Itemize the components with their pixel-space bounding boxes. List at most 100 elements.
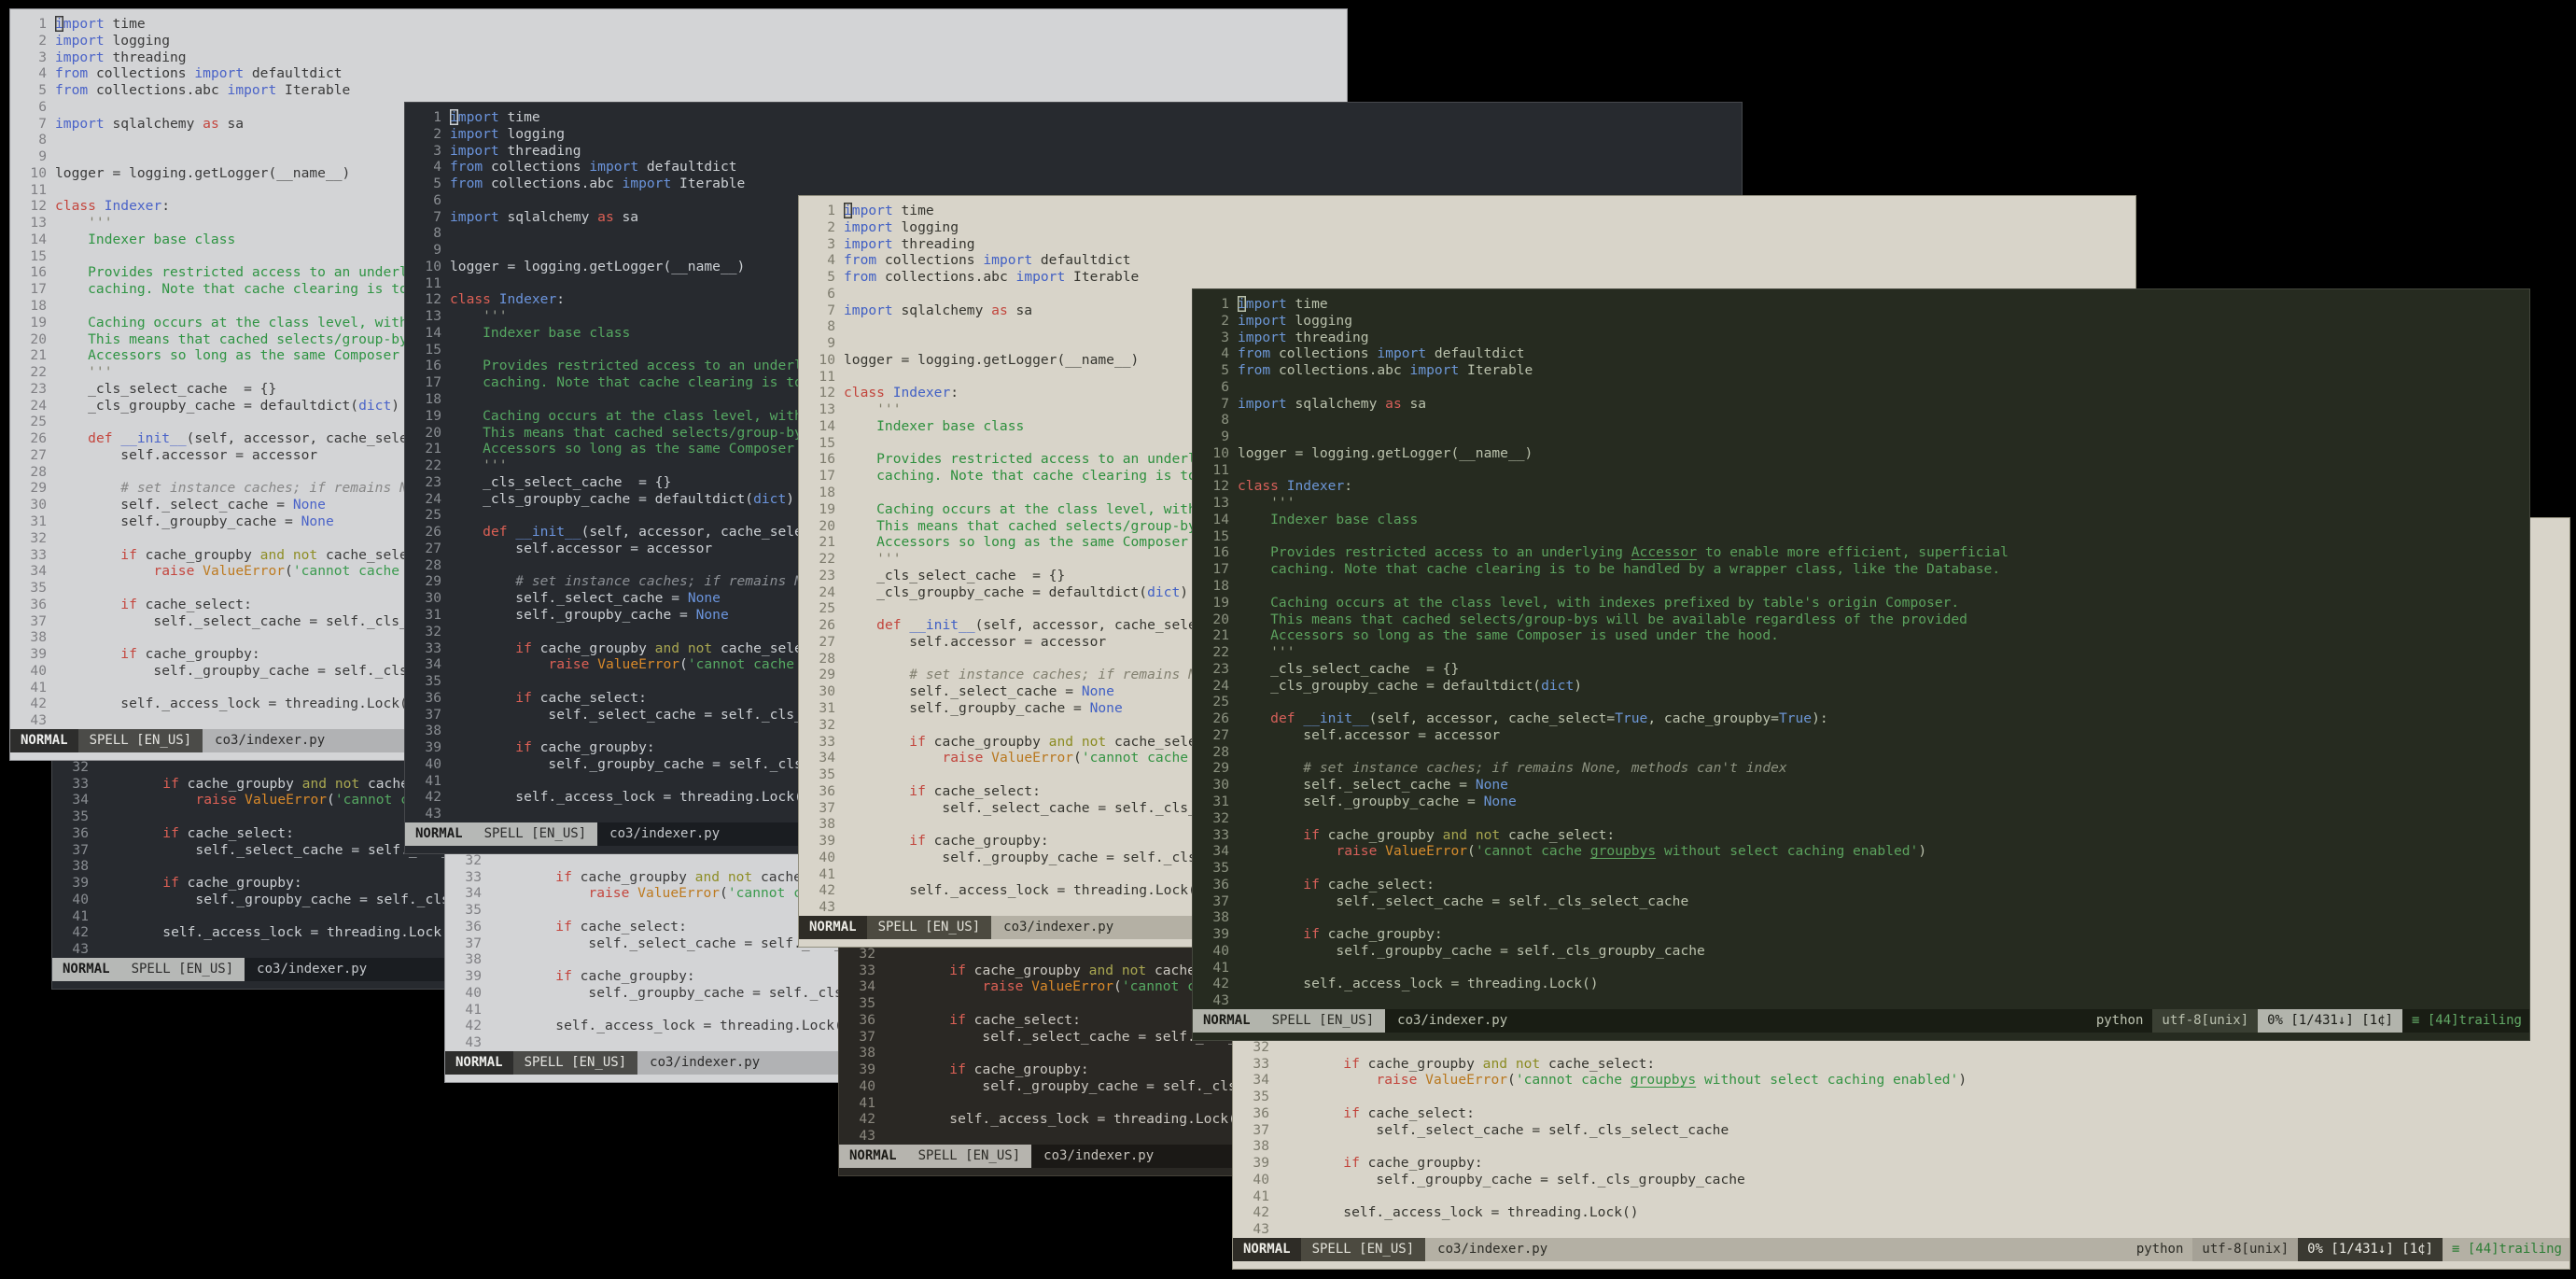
code-segment: import bbox=[450, 125, 499, 142]
code-line[interactable]: 35 bbox=[1244, 1089, 2569, 1105]
line-number: 17 bbox=[819, 468, 835, 485]
code-line[interactable]: 15 bbox=[1204, 528, 2529, 545]
code-line[interactable]: 41 bbox=[1244, 1188, 2569, 1205]
code-line[interactable]: 1import time bbox=[1204, 296, 2529, 313]
code-line[interactable]: 14 Indexer base class bbox=[1204, 512, 2529, 528]
code-line[interactable]: 1import time bbox=[416, 109, 1742, 126]
code-line[interactable]: 40 self._groupby_cache = self._cls_group… bbox=[1244, 1172, 2569, 1188]
code-line[interactable]: 43 bbox=[1244, 1221, 2569, 1238]
line-number: 33 bbox=[859, 962, 875, 978]
code-line[interactable]: 36 if cache_select: bbox=[1244, 1105, 2569, 1122]
code-line[interactable]: 23 _cls_select_cache = {} bbox=[1204, 661, 2529, 678]
editor-pane[interactable]: 1import time2import logging3import threa… bbox=[1193, 289, 2529, 1009]
line-number: 36 bbox=[1212, 876, 1229, 892]
code-text: from collections.abc import Iterable bbox=[55, 82, 350, 99]
code-line[interactable]: 2 import logging bbox=[21, 33, 1347, 49]
code-line[interactable]: 1import time bbox=[21, 16, 1347, 33]
code-line[interactable]: 2 import logging bbox=[1204, 313, 2529, 330]
code-line[interactable]: 1import time bbox=[810, 203, 2135, 219]
line-number: 16 bbox=[819, 451, 835, 468]
code-line[interactable]: 3 import threading bbox=[1204, 330, 2529, 346]
code-line[interactable]: 32 bbox=[1244, 1039, 2569, 1056]
code-line[interactable]: 37 self._select_cache = self._cls_select… bbox=[1244, 1122, 2569, 1139]
code-line[interactable]: 28 bbox=[1204, 744, 2529, 761]
line-number: 28 bbox=[1212, 743, 1229, 760]
line-number: 7 bbox=[1221, 395, 1229, 412]
code-line[interactable]: 36 if cache_select: bbox=[1204, 877, 2529, 893]
code-line[interactable]: 20 This means that cached selects/group-… bbox=[1204, 611, 2529, 628]
code-segment: import bbox=[1238, 329, 1287, 345]
code-line[interactable]: 6 bbox=[1204, 379, 2529, 396]
code-text: if cache_groupby: bbox=[450, 739, 654, 756]
code-segment: if bbox=[1303, 876, 1320, 892]
code-line[interactable]: 41 bbox=[1204, 960, 2529, 977]
code-line[interactable]: 3 import threading bbox=[416, 143, 1742, 160]
code-line[interactable]: 5 from collections.abc import Iterable bbox=[810, 269, 2135, 286]
code-line[interactable]: 24 _cls_groupby_cache = defaultdict(dict… bbox=[1204, 678, 2529, 695]
code-line[interactable]: 21 Accessors so long as the same Compose… bbox=[1204, 627, 2529, 644]
code-line[interactable]: 3 import threading bbox=[810, 236, 2135, 253]
code-line[interactable]: 5 from collections.abc import Iterable bbox=[1204, 362, 2529, 379]
code-line[interactable]: 4 from collections import defaultdict bbox=[416, 159, 1742, 176]
code-line[interactable]: 12 class Indexer: bbox=[1204, 478, 2529, 495]
code-line[interactable]: 18 bbox=[1204, 578, 2529, 595]
code-line[interactable]: 37 self._select_cache = self._cls_select… bbox=[1204, 893, 2529, 910]
code-line[interactable]: 39 if cache_groupby: bbox=[1244, 1155, 2569, 1172]
code-line[interactable]: 4 from collections import defaultdict bbox=[1204, 345, 2529, 362]
code-line[interactable]: 5 from collections.abc import Iterable bbox=[416, 176, 1742, 192]
code-text: _cls_groupby_cache = defaultdict(dict) bbox=[55, 398, 399, 415]
code-line[interactable]: 34 raise ValueError('cannot cache groupb… bbox=[1244, 1072, 2569, 1089]
code-line[interactable]: 35 bbox=[1204, 860, 2529, 877]
code-line[interactable]: 4 from collections import defaultdict bbox=[810, 252, 2135, 269]
code-segment: ValueError bbox=[597, 656, 680, 673]
code-line[interactable]: 34 raise ValueError('cannot cache groupb… bbox=[1204, 843, 2529, 860]
code-segment: cache_groupby: bbox=[178, 875, 302, 892]
code-line[interactable]: 2 import logging bbox=[416, 126, 1742, 143]
line-number: 22 bbox=[30, 364, 47, 381]
code-line[interactable]: 39 if cache_groupby: bbox=[1204, 926, 2529, 943]
code-line[interactable]: 3 import threading bbox=[21, 49, 1347, 66]
code-line[interactable]: 42 self._access_lock = threading.Lock() bbox=[1244, 1204, 2569, 1221]
code-line[interactable]: 17 caching. Note that cache clearing is … bbox=[1204, 561, 2529, 578]
code-line[interactable]: 13 ''' bbox=[1204, 495, 2529, 512]
code-line[interactable]: 33 if cache_groupby and not cache_select… bbox=[1204, 827, 2529, 844]
code-segment: collections bbox=[483, 159, 590, 176]
code-text: if cache_select: bbox=[490, 919, 687, 935]
code-line[interactable]: 16 Provides restricted access to an unde… bbox=[1204, 544, 2529, 561]
code-line[interactable]: 11 bbox=[1204, 462, 2529, 479]
code-line[interactable]: 8 bbox=[1204, 412, 2529, 429]
code-line[interactable]: 5 from collections.abc import Iterable bbox=[21, 82, 1347, 99]
code-line[interactable]: 33 if cache_groupby and not cache_select… bbox=[1244, 1056, 2569, 1073]
code-line[interactable]: 26 def __init__(self, accessor, cache_se… bbox=[1204, 710, 2529, 727]
code-line[interactable]: 40 self._groupby_cache = self._cls_group… bbox=[1204, 943, 2529, 960]
code-line[interactable]: 43 bbox=[1204, 992, 2529, 1009]
code-text: self._groupby_cache = self._cls_groupby_… bbox=[1238, 943, 1704, 960]
line-number: 23 bbox=[425, 473, 441, 490]
code-line[interactable]: 22 ''' bbox=[1204, 644, 2529, 661]
code-line[interactable]: 2 import logging bbox=[810, 219, 2135, 236]
code-line[interactable]: 42 self._access_lock = threading.Lock() bbox=[1204, 976, 2529, 992]
line-number: 38 bbox=[72, 858, 89, 875]
code-line[interactable]: 10 logger = logging.getLogger(__name__) bbox=[1204, 445, 2529, 462]
code-segment: threading bbox=[892, 235, 975, 252]
line-number: 10 bbox=[819, 351, 835, 368]
code-segment: ValueError bbox=[1425, 1072, 1508, 1089]
terminal-window-4-front[interactable]: 1 import time 2 import logging 3 import threa… bbox=[1192, 288, 2530, 1041]
code-line[interactable]: 4 from collections import defaultdict bbox=[21, 65, 1347, 82]
code-line[interactable]: 32 bbox=[1204, 810, 2529, 827]
code-segment: # set instance caches; if remains None, … bbox=[1238, 760, 1787, 777]
code-line[interactable]: 31 self._groupby_cache = None bbox=[1204, 794, 2529, 810]
code-line[interactable]: 7 import sqlalchemy as sa bbox=[1204, 396, 2529, 413]
code-line[interactable]: 9 bbox=[1204, 429, 2529, 445]
code-line[interactable]: 19 Caching occurs at the class level, wi… bbox=[1204, 595, 2529, 611]
code-line[interactable]: 30 self._select_cache = None bbox=[1204, 777, 2529, 794]
code-line[interactable]: 27 self.accessor = accessor bbox=[1204, 727, 2529, 744]
code-line[interactable]: 38 bbox=[1244, 1138, 2569, 1155]
code-line[interactable]: 25 bbox=[1204, 694, 2529, 710]
code-line[interactable]: 29 # set instance caches; if remains Non… bbox=[1204, 760, 2529, 777]
code-line[interactable]: 38 bbox=[1204, 909, 2529, 926]
code-segment: sqlalchemy bbox=[498, 208, 598, 225]
